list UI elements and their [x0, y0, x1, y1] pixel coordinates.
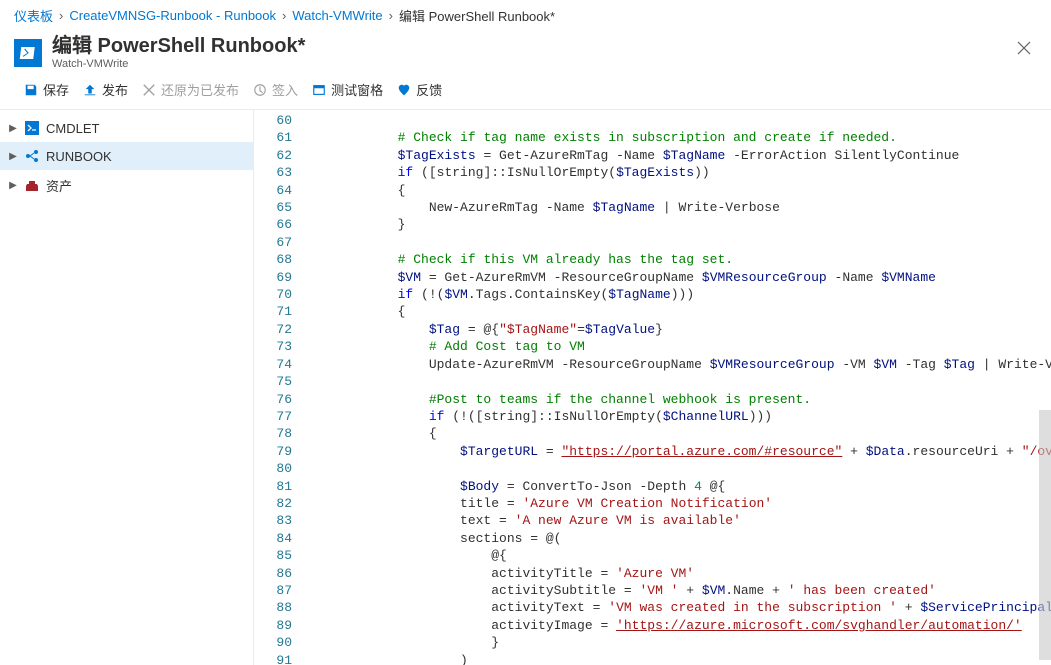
- revert-label: 还原为已发布: [161, 80, 239, 99]
- sidebar-item-label: RUNBOOK: [46, 149, 112, 164]
- page-subtitle: Watch-VMWrite: [52, 58, 305, 70]
- sidebar-item-assets[interactable]: ▶ 资产: [0, 170, 253, 201]
- checkin-button: 签入: [253, 80, 298, 99]
- caret-right-icon: ▶: [8, 123, 18, 134]
- heart-icon: [397, 83, 411, 97]
- chevron-right-icon: ›: [389, 8, 393, 23]
- breadcrumb-watch-vmwrite[interactable]: Watch-VMWrite: [292, 8, 382, 23]
- sidebar-item-label: 资产: [46, 176, 72, 195]
- breadcrumb: 仪表板 › CreateVMNSG-Runbook - Runbook › Wa…: [0, 0, 1051, 31]
- close-button[interactable]: [1011, 35, 1037, 64]
- sidebar: ▶ CMDLET ▶ RUNBOOK ▶ 资产: [0, 110, 254, 665]
- chevron-right-icon: ›: [282, 8, 286, 23]
- revert-icon: [142, 83, 156, 97]
- publish-icon: [83, 83, 97, 97]
- save-label: 保存: [43, 80, 69, 99]
- caret-right-icon: ▶: [8, 151, 18, 162]
- scrollbar-thumb[interactable]: [1039, 410, 1051, 660]
- code-content[interactable]: # Check if tag name exists in subscripti…: [304, 110, 1051, 665]
- feedback-label: 反馈: [416, 80, 442, 99]
- feedback-button[interactable]: 反馈: [397, 80, 442, 99]
- page-title: 编辑 PowerShell Runbook*: [52, 35, 305, 57]
- line-gutter: 6061626364656667686970717273747576777879…: [254, 110, 304, 665]
- sidebar-item-runbook[interactable]: ▶ RUNBOOK: [0, 142, 253, 170]
- save-icon: [24, 83, 38, 97]
- toolbar: 保存 发布 还原为已发布 签入 测试窗格 反馈: [0, 74, 1051, 110]
- breadcrumb-runbook[interactable]: CreateVMNSG-Runbook - Runbook: [69, 8, 276, 23]
- asset-icon: [24, 178, 40, 194]
- chevron-right-icon: ›: [59, 8, 63, 23]
- cmdlet-icon: [24, 120, 40, 136]
- publish-button[interactable]: 发布: [83, 80, 128, 99]
- checkin-label: 签入: [272, 80, 298, 99]
- sidebar-item-label: CMDLET: [46, 121, 99, 136]
- close-icon: [1017, 41, 1031, 55]
- testpane-button[interactable]: 测试窗格: [312, 80, 383, 99]
- sidebar-item-cmdlet[interactable]: ▶ CMDLET: [0, 114, 253, 142]
- testpane-icon: [312, 83, 326, 97]
- main-area: ▶ CMDLET ▶ RUNBOOK ▶ 资产 6061626364656667…: [0, 110, 1051, 665]
- save-button[interactable]: 保存: [24, 80, 69, 99]
- powershell-icon: [14, 39, 42, 67]
- breadcrumb-current: 编辑 PowerShell Runbook*: [399, 6, 555, 25]
- checkin-icon: [253, 83, 267, 97]
- blade-header: 编辑 PowerShell Runbook* Watch-VMWrite: [0, 31, 1051, 74]
- code-editor[interactable]: 6061626364656667686970717273747576777879…: [254, 110, 1051, 665]
- runbook-icon: [24, 148, 40, 164]
- publish-label: 发布: [102, 80, 128, 99]
- testpane-label: 测试窗格: [331, 80, 383, 99]
- caret-right-icon: ▶: [8, 180, 18, 191]
- revert-button: 还原为已发布: [142, 80, 239, 99]
- breadcrumb-dashboard[interactable]: 仪表板: [14, 6, 53, 25]
